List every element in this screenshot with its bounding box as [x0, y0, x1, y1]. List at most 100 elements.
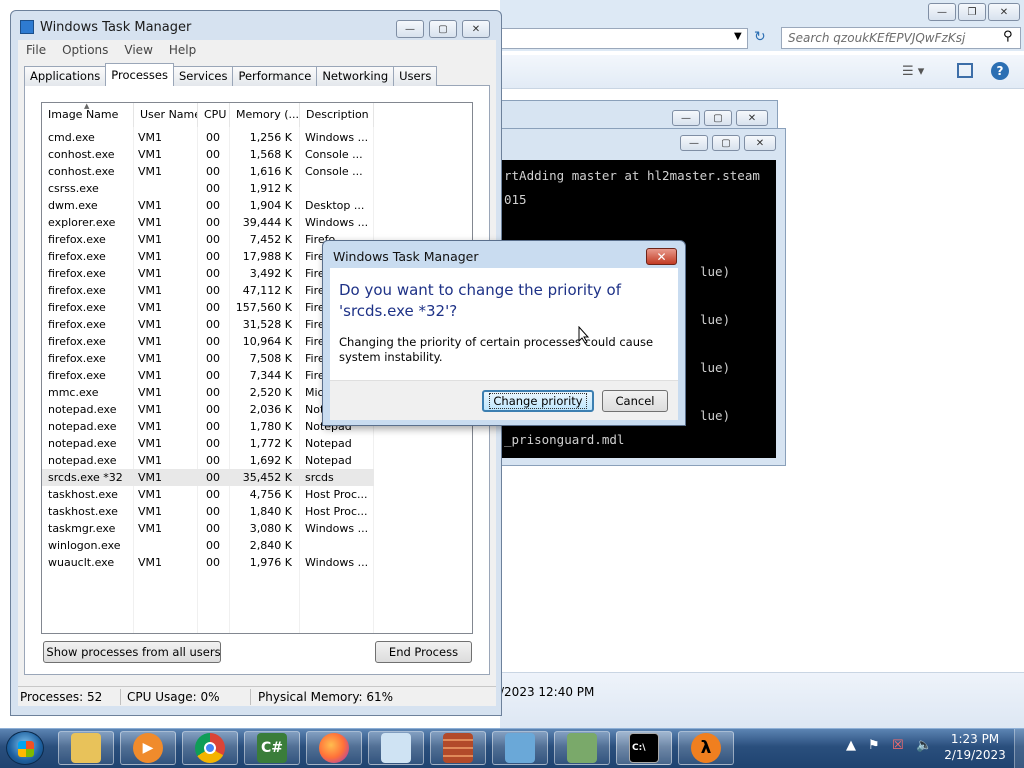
table-row[interactable]: notepad.exe VM1 00 1,772 K Notepad — [42, 435, 374, 452]
explorer-search-input[interactable]: Search qzoukKEfEPVJQwFzKsj — [781, 27, 1021, 49]
process-cpu: 00 — [206, 250, 220, 263]
table-row[interactable]: winlogon.exe 00 2,840 K — [42, 537, 374, 554]
tm-minimize-button[interactable]: — — [396, 20, 424, 38]
taskbar-control-panel[interactable] — [492, 731, 548, 765]
process-memory: 7,344 K — [249, 369, 292, 382]
table-row-selected[interactable]: srcds.exe *32 VM1 00 35,452 K srcds — [42, 469, 374, 486]
process-user: VM1 — [138, 386, 163, 399]
process-memory: 7,508 K — [249, 352, 292, 365]
table-row[interactable]: cmd.exe VM1 00 1,256 K Windows ... — [42, 129, 374, 146]
search-icon[interactable]: ⚲ — [1003, 29, 1013, 44]
column-user-name[interactable]: User Name — [134, 103, 198, 127]
column-label: Memory (... — [236, 108, 300, 121]
show-all-users-button[interactable]: Show processes from all users — [43, 641, 221, 663]
process-memory: 1,976 K — [249, 556, 292, 569]
column-cpu[interactable]: CPU — [198, 103, 230, 127]
taskbar-network[interactable] — [554, 731, 610, 765]
table-row[interactable]: notepad.exe VM1 00 1,692 K Notepad — [42, 452, 374, 469]
taskbar-chrome[interactable] — [182, 731, 238, 765]
process-memory: 1,692 K — [249, 454, 292, 467]
refresh-icon[interactable]: ↻ — [754, 29, 766, 45]
taskbar-explorer[interactable] — [58, 731, 114, 765]
show-desktop-button[interactable] — [1014, 729, 1024, 768]
taskbar-firewall[interactable] — [430, 731, 486, 765]
taskbar-csharp-editor[interactable]: C# — [244, 731, 300, 765]
process-description: Windows ... — [305, 556, 369, 569]
console-line: rtAdding master at hl2master.steam — [504, 168, 760, 183]
dialog-close-button[interactable]: ✕ — [646, 248, 677, 265]
tab-processes[interactable]: Processes — [105, 63, 174, 86]
table-row[interactable]: csrss.exe 00 1,912 K — [42, 180, 374, 197]
explorer-address-bar[interactable] — [500, 28, 748, 49]
process-cpu: 00 — [206, 403, 220, 416]
tm-close-button[interactable]: ✕ — [462, 20, 490, 38]
table-row[interactable]: explorer.exe VM1 00 39,444 K Windows ... — [42, 214, 374, 231]
status-cpu: CPU Usage: 0% — [127, 690, 220, 704]
tab-networking[interactable]: Networking — [316, 66, 395, 86]
process-name: notepad.exe — [48, 454, 117, 467]
process-description: Windows ... — [305, 131, 369, 144]
show-hidden-icons-icon[interactable]: ▲ — [846, 738, 856, 753]
end-process-button[interactable]: End Process — [375, 641, 472, 663]
view-options-icon[interactable]: ☰ ▾ — [902, 64, 924, 79]
console-close-button[interactable]: ✕ — [744, 135, 776, 151]
console-back-minimize-button[interactable]: — — [672, 110, 700, 126]
volume-icon[interactable]: 🔈 — [916, 738, 932, 753]
help-icon[interactable]: ? — [991, 62, 1009, 80]
chevron-down-icon[interactable]: ▼ — [734, 31, 742, 42]
firewall-icon — [443, 733, 473, 763]
menu-help[interactable]: Help — [161, 43, 204, 57]
menu-options[interactable]: Options — [54, 43, 116, 57]
process-memory: 2,036 K — [249, 403, 292, 416]
column-memory[interactable]: Memory (... — [230, 103, 300, 127]
process-name: cmd.exe — [48, 131, 95, 144]
table-row[interactable]: wuauclt.exe VM1 00 1,976 K Windows ... — [42, 554, 374, 571]
action-center-icon[interactable]: ⚑ — [868, 738, 880, 753]
explorer-close-button[interactable]: ✕ — [988, 3, 1020, 21]
process-memory: 10,964 K — [242, 335, 292, 348]
menu-view[interactable]: View — [116, 43, 160, 57]
taskbar-clock[interactable]: 1:23 PM 2/19/2023 — [940, 731, 1010, 763]
explorer-restore-button[interactable]: ❐ — [958, 3, 986, 21]
change-priority-button[interactable]: Change priority — [482, 390, 594, 412]
console-line: 015 — [504, 192, 527, 207]
process-name: dwm.exe — [48, 199, 98, 212]
process-name: firefox.exe — [48, 301, 106, 314]
taskbar-command-prompt[interactable]: C:\ — [616, 731, 672, 765]
process-user: VM1 — [138, 437, 163, 450]
process-user: VM1 — [138, 199, 163, 212]
tab-performance[interactable]: Performance — [232, 66, 318, 86]
taskbar-media-player[interactable]: ▶ — [120, 731, 176, 765]
table-row[interactable]: conhost.exe VM1 00 1,568 K Console ... — [42, 146, 374, 163]
process-cpu: 00 — [206, 318, 220, 331]
column-description[interactable]: Description — [300, 103, 374, 127]
taskbar-half-life-2[interactable]: λ — [678, 731, 734, 765]
taskbar-firefox[interactable] — [306, 731, 362, 765]
tab-users[interactable]: Users — [393, 66, 438, 86]
cancel-button[interactable]: Cancel — [602, 390, 668, 412]
table-row[interactable]: taskhost.exe VM1 00 4,756 K Host Proc... — [42, 486, 374, 503]
menu-file[interactable]: File — [18, 43, 54, 57]
taskbar-notepad[interactable] — [368, 731, 424, 765]
process-cpu: 00 — [206, 301, 220, 314]
table-row[interactable]: taskmgr.exe VM1 00 3,080 K Windows ... — [42, 520, 374, 537]
process-user: VM1 — [138, 250, 163, 263]
table-row[interactable]: dwm.exe VM1 00 1,904 K Desktop ... — [42, 197, 374, 214]
console-maximize-button[interactable]: ▢ — [712, 135, 740, 151]
network-error-icon[interactable]: ☒ — [892, 738, 904, 753]
console-back-close-button[interactable]: ✕ — [736, 110, 768, 126]
tm-maximize-button[interactable]: ▢ — [429, 20, 457, 38]
table-row[interactable]: conhost.exe VM1 00 1,616 K Console ... — [42, 163, 374, 180]
preview-pane-icon[interactable] — [957, 63, 973, 78]
explorer-details-pane: /2023 12:40 PM — [500, 672, 1024, 728]
tab-services[interactable]: Services — [172, 66, 234, 86]
console-back-maximize-button[interactable]: ▢ — [704, 110, 732, 126]
table-row[interactable]: taskhost.exe VM1 00 1,840 K Host Proc... — [42, 503, 374, 520]
column-image-name[interactable]: ▲ Image Name — [42, 103, 134, 127]
tab-applications[interactable]: Applications — [24, 66, 107, 86]
process-user: VM1 — [138, 454, 163, 467]
start-button[interactable] — [6, 731, 44, 765]
explorer-minimize-button[interactable]: — — [928, 3, 956, 21]
process-cpu: 00 — [206, 165, 220, 178]
console-minimize-button[interactable]: — — [680, 135, 708, 151]
